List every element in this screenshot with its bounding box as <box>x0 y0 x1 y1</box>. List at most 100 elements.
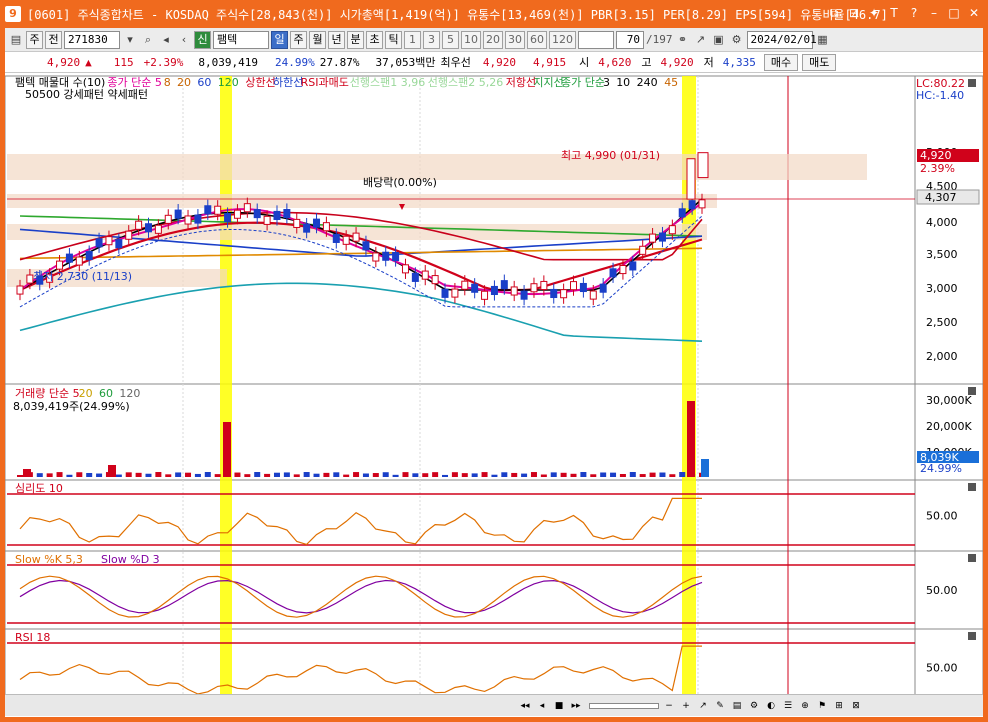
panel-close-icon[interactable] <box>968 554 976 562</box>
panel-close-icon[interactable] <box>968 632 976 640</box>
scroll-first-icon[interactable]: ◂◂ <box>518 699 532 713</box>
tool-icon-7[interactable]: ⊕ <box>798 699 812 713</box>
low-annotation: 최저 2,730 (11/13) <box>33 270 132 283</box>
price-legend-item: 하한선 <box>273 75 303 89</box>
tool-icon-8[interactable]: ⚑ <box>815 699 829 713</box>
prev-stock-icon[interactable]: ‹ <box>176 31 192 49</box>
link-icon[interactable]: ⚭ <box>675 31 691 49</box>
volume-panel[interactable] <box>4 383 984 481</box>
sell-button[interactable]: 매도 <box>802 53 837 71</box>
volume-bar <box>17 475 23 477</box>
scroll-next-icon[interactable]: ▸▸ <box>569 699 583 713</box>
panel-close-icon[interactable] <box>968 483 976 491</box>
period-month[interactable]: 월 <box>309 30 326 49</box>
zoom-out-icon[interactable]: − <box>662 699 676 713</box>
stock-chart-svg[interactable]: 팸텍 매물대 수(10) 종가 단순 5 8 20 60 120 상한선하한선RSI과매도 선… <box>4 74 984 721</box>
volume-bar <box>125 472 132 477</box>
panel-close-icon[interactable] <box>968 79 976 87</box>
chart-area[interactable]: 팸텍 매물대 수(10) 종가 단순 5 8 20 60 120 상한선 하한선 RSI과매도 선… <box>4 74 984 721</box>
period-tick[interactable]: 틱 <box>385 30 402 49</box>
interval-60[interactable]: 60 <box>527 30 547 49</box>
tool-icon-2[interactable]: ✎ <box>713 699 727 713</box>
date-input[interactable]: 2024/02/01 <box>746 30 817 49</box>
today-candle <box>697 152 709 179</box>
help-icon[interactable]: ? <box>906 5 922 21</box>
menu-icon[interactable]: ▤ <box>8 31 24 49</box>
tool-icon-6[interactable]: ☰ <box>781 699 795 713</box>
interval-10[interactable]: 10 <box>461 30 481 49</box>
tool-icon-1[interactable]: ↗ <box>696 699 710 713</box>
app-icon: 9 <box>5 6 21 22</box>
restore-layout-icon[interactable]: ⧉ <box>826 5 842 21</box>
volume-bar <box>254 472 261 477</box>
font-icon[interactable]: T <box>886 5 902 21</box>
period-second[interactable]: 초 <box>366 30 383 49</box>
count-input[interactable]: 70 <box>616 30 644 49</box>
calendar-icon[interactable]: ▦ <box>815 31 831 49</box>
pin-icon[interactable]: ✦ <box>866 5 882 21</box>
chart-type-select[interactable]: 주 <box>26 30 43 49</box>
candle-body <box>421 270 429 280</box>
buy-button[interactable]: 매수 <box>763 53 799 71</box>
window-buttons: ⧉ ⊟ ✦ T ? – □ ✕ <box>826 5 982 21</box>
candle-body <box>392 251 400 262</box>
save-icon[interactable]: ▣ <box>711 31 727 49</box>
dropdown-icon[interactable]: ▾ <box>122 31 138 49</box>
volume-bar <box>619 474 626 477</box>
settings-icon[interactable]: ⚙ <box>729 31 745 49</box>
period-week[interactable]: 주 <box>290 30 307 49</box>
interval-3[interactable]: 3 <box>423 30 440 49</box>
draw-tool-icon[interactable]: ↗ <box>693 31 709 49</box>
scroll-prev-icon[interactable]: ◂ <box>535 699 549 713</box>
whole-button[interactable]: 전 <box>45 30 62 49</box>
tool-icon-9[interactable]: ⊞ <box>832 699 846 713</box>
candle-body <box>352 232 360 242</box>
search-icon[interactable]: ⌕ <box>140 31 156 49</box>
tool-icon-5[interactable]: ◐ <box>764 699 778 713</box>
interval-120[interactable]: 120 <box>549 30 576 49</box>
tool-icon-3[interactable]: ▤ <box>730 699 744 713</box>
volume-bar <box>145 473 152 477</box>
volume-bar <box>471 473 478 477</box>
volume-bar <box>412 473 419 477</box>
price-legend-item: 지지선 <box>533 76 563 89</box>
indicator-legend: Slow %K 5,3 <box>15 553 83 566</box>
minimize-button[interactable]: – <box>926 5 942 21</box>
minimize-panel-icon[interactable]: ⊟ <box>846 5 862 21</box>
candle-body <box>500 280 508 290</box>
volume-bar <box>530 472 537 477</box>
scroll-stop-icon[interactable]: ■ <box>552 699 566 713</box>
candle-body <box>678 208 686 218</box>
stock-name-field[interactable]: 팸텍 <box>213 30 269 49</box>
interval-5[interactable]: 5 <box>442 30 459 49</box>
interval-30[interactable]: 30 <box>505 30 525 49</box>
turnover-percent: 24.99% <box>274 55 315 69</box>
psychology-panel[interactable] <box>4 479 984 552</box>
close-button[interactable]: ✕ <box>966 5 982 21</box>
zoom-slider[interactable] <box>589 702 659 709</box>
interval-20[interactable]: 20 <box>483 30 503 49</box>
candle-body <box>65 253 73 263</box>
maximize-button[interactable]: □ <box>946 5 962 21</box>
tool-icon-10[interactable]: ⊠ <box>849 699 863 713</box>
interval-custom-input[interactable] <box>578 30 614 49</box>
volume-bar <box>46 473 53 477</box>
volume-bar <box>392 474 399 477</box>
candle-body <box>135 220 143 230</box>
interval-1[interactable]: 1 <box>404 30 421 49</box>
volume-bar <box>521 473 528 477</box>
period-year[interactable]: 년 <box>328 30 345 49</box>
candle-body <box>481 290 489 300</box>
candle-body <box>688 200 696 210</box>
zoom-in-icon[interactable]: + <box>679 699 693 713</box>
period-minute[interactable]: 분 <box>347 30 364 49</box>
high-label: 고 <box>641 56 652 69</box>
candle-body <box>668 225 676 235</box>
rsi-panel[interactable] <box>4 628 984 707</box>
candle-body <box>451 288 459 298</box>
candle-body <box>243 203 251 213</box>
stock-code-input[interactable]: 271830 <box>64 30 120 49</box>
speaker-icon[interactable]: ◂ <box>158 31 174 49</box>
tool-icon-4[interactable]: ⚙ <box>747 699 761 713</box>
period-day[interactable]: 일 <box>271 30 288 49</box>
